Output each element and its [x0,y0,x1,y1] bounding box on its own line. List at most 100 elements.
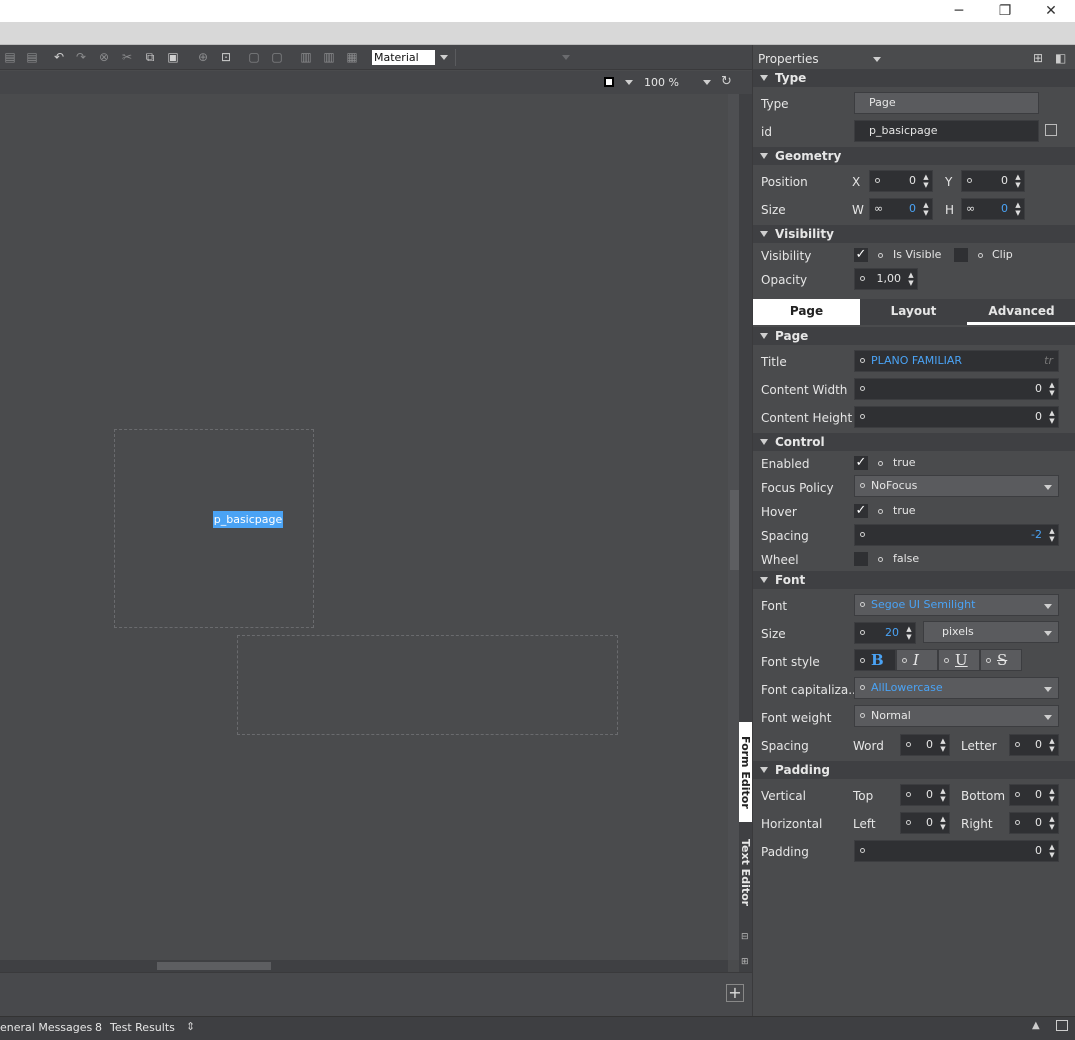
content-width-field[interactable]: 0 ▲ ▼ [854,378,1059,400]
hover-checkbox[interactable]: ✓ [854,504,868,518]
letter-spacing-field[interactable]: 0 ▲ ▼ [1009,734,1059,756]
y-field[interactable]: 0 ▲ ▼ [961,170,1025,192]
chevron-down-icon[interactable] [873,57,881,62]
font-weight-label: Font weight [761,711,832,725]
id-options-icon[interactable] [1045,124,1057,136]
grid-layout-icon[interactable]: ▦ [344,49,360,65]
background-toggle-icon[interactable] [604,77,614,87]
font-size-label: Size [761,627,786,641]
section-control[interactable]: Control [753,433,1075,451]
horizontal-scrollbar[interactable] [0,960,728,972]
section-geometry[interactable]: Geometry [753,147,1075,165]
font-select[interactable]: Segoe UI Semilight [854,594,1059,616]
section-padding[interactable]: Padding [753,761,1075,779]
binding-dot [878,557,883,562]
tab-text-editor[interactable]: Text Editor [739,828,752,918]
id-field[interactable]: p_basicpage [854,120,1039,142]
font-label: Font [761,599,788,613]
tab-advanced[interactable]: Advanced [967,299,1075,325]
section-font[interactable]: Font [753,571,1075,589]
tab-form-editor[interactable]: Form Editor [739,722,752,822]
cut-icon[interactable]: ✂ [119,49,135,65]
align-left-icon[interactable]: ▤ [2,49,18,65]
title-field[interactable]: PLANO FAMILIAR tr [854,350,1059,372]
delete-icon[interactable]: ⊗ [96,49,112,65]
clip-checkbox[interactable] [954,248,968,262]
underline-toggle[interactable]: U [938,649,980,671]
padding-right-field[interactable]: 0 ▲ ▼ [1009,812,1059,834]
word-spacing-field[interactable]: 0 ▲ ▼ [900,734,950,756]
expand-icon[interactable]: ⊞ [741,957,749,967]
theme-select[interactable] [455,49,575,66]
padding-bottom-field[interactable]: 0 ▲ ▼ [1009,784,1059,806]
section-type[interactable]: Type [753,69,1075,87]
strike-toggle[interactable]: S [980,649,1022,671]
position-label: Position [761,175,808,189]
page-outline[interactable] [114,429,314,628]
reset-zoom-icon[interactable]: ↻ [721,74,732,89]
visibility-label: Visibility [761,249,812,263]
chevron-down-icon[interactable] [625,80,633,85]
left-label: Left [853,817,876,831]
section-page[interactable]: Page [753,327,1075,345]
preview-icon[interactable]: ⊡ [218,49,234,65]
add-element-icon[interactable]: ⊕ [195,49,211,65]
zoom-dropdown-icon[interactable] [703,80,711,85]
chevron-down-icon[interactable] [440,55,448,60]
style-select[interactable]: Material [372,50,435,65]
font-weight-select[interactable]: Normal [854,705,1059,727]
content-height-field[interactable]: 0 ▲ ▼ [854,406,1059,428]
align-right-icon[interactable]: ▤ [24,49,40,65]
close-button[interactable]: ✕ [1028,0,1074,22]
tab-general-messages[interactable]: eneral Messages [0,1021,92,1034]
tab-page[interactable]: Page [753,299,860,325]
is-visible-checkbox[interactable]: ✓ [854,248,868,262]
wheel-checkbox[interactable] [854,552,868,566]
page-chip[interactable]: p_basicpage [213,511,283,528]
x-field[interactable]: 0 ▲ ▼ [869,170,933,192]
undo-icon[interactable]: ↶ [51,49,67,65]
content-outline[interactable] [237,635,618,735]
add-panel-button[interactable]: + [726,984,744,1002]
design-canvas[interactable] [0,94,728,960]
italic-toggle[interactable]: I [896,649,938,671]
tab-test-results[interactable]: Test Results [110,1021,175,1034]
panel-layout-icon[interactable] [1056,1020,1068,1031]
paste-icon[interactable]: ▣ [165,49,181,65]
font-capitalization-select[interactable]: AllLowercase [854,677,1059,699]
spacing-field[interactable]: -2 ▲ ▼ [854,524,1059,546]
group-icon[interactable]: ▢ [246,49,262,65]
property-tabs: Page Layout Advanced [753,299,1075,325]
ungroup-icon[interactable]: ▢ [269,49,285,65]
chevron-down-icon[interactable] [562,55,570,60]
panel-toggle-icon[interactable]: ⇕ [186,1020,195,1033]
w-field[interactable]: ∞ 0 ▲ ▼ [869,198,933,220]
font-size-field[interactable]: 20 ▲ ▼ [854,622,916,644]
padding-top-field[interactable]: 0 ▲ ▼ [900,784,950,806]
padding-field[interactable]: 0 ▲ ▼ [854,840,1059,862]
enabled-label: Enabled [761,457,810,471]
vertical-scroll-thumb[interactable] [730,490,739,570]
padding-left-field[interactable]: 0 ▲ ▼ [900,812,950,834]
opacity-field[interactable]: 1,00 ▲ ▼ [854,268,918,290]
copy-icon[interactable]: ⧉ [142,49,158,65]
tab-layout[interactable]: Layout [860,299,967,325]
h-field[interactable]: ∞ 0 ▲ ▼ [961,198,1025,220]
restore-button[interactable]: ❐ [982,0,1028,22]
vlayout-icon[interactable]: ▥ [321,49,337,65]
add-property-icon[interactable]: ⊞ [1033,51,1043,65]
minimize-button[interactable]: ─ [936,0,982,22]
horizontal-scroll-thumb[interactable] [157,962,271,970]
collapse-icon[interactable]: ⊟ [741,932,749,942]
dock-icon[interactable]: ◧ [1055,51,1066,65]
section-visibility[interactable]: Visibility [753,225,1075,243]
hlayout-icon[interactable]: ▥ [298,49,314,65]
enabled-checkbox[interactable]: ✓ [854,456,868,470]
zoom-level[interactable]: 100 % [644,76,679,89]
redo-icon[interactable]: ↷ [73,49,89,65]
bold-toggle[interactable]: B [854,649,896,671]
scroll-up-icon[interactable]: ▲ [1032,1020,1040,1031]
focus-policy-select[interactable]: NoFocus [854,475,1059,497]
font-unit-select[interactable]: pixels [923,621,1059,643]
opacity-label: Opacity [761,273,808,287]
